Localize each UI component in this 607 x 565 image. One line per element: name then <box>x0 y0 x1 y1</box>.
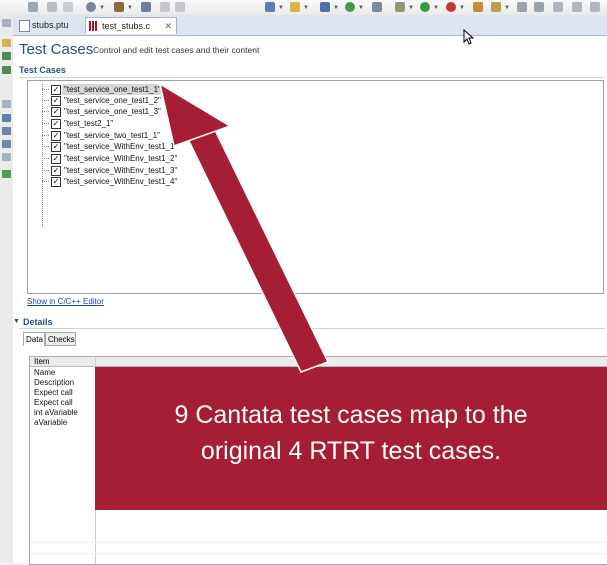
tree-icon[interactable] <box>2 52 11 60</box>
mouse-cursor-icon <box>463 29 475 45</box>
table-row[interactable]: Expect call <box>34 388 73 398</box>
page-title: Test Cases <box>19 41 94 58</box>
table-row[interactable]: Expect call <box>34 398 73 408</box>
chevron-down-icon[interactable]: ▼ <box>99 5 105 11</box>
section-title: Test Cases <box>19 65 66 75</box>
test-case-label: "test_service_WithEnv_test1_3" <box>64 166 178 175</box>
chevron-down-icon[interactable]: ▼ <box>127 5 133 11</box>
test-case-tree[interactable]: ✓ "test_service_one_test1_1" ✓ "test_ser… <box>27 80 604 294</box>
close-icon[interactable]: ✕ <box>164 18 172 35</box>
search-icon[interactable] <box>2 170 11 178</box>
checkbox[interactable]: ✓ <box>51 177 61 187</box>
checkbox[interactable]: ✓ <box>51 96 61 106</box>
tab-data[interactable]: Data <box>23 332 45 346</box>
globe-icon[interactable] <box>345 2 355 12</box>
test-case-label: "test_service_one_test1_3" <box>64 107 161 116</box>
test-case-label: "test_service_one_test1_1" <box>62 84 163 95</box>
chevron-down-icon[interactable]: ▼ <box>459 5 465 11</box>
checkbox[interactable]: ✓ <box>51 166 61 176</box>
details-title: Details <box>23 317 53 327</box>
left-trim-bar <box>0 15 14 563</box>
test-case-label: "test_service_WithEnv_test1_1" <box>64 142 178 151</box>
tab-label: stubs.ptu <box>32 20 69 30</box>
file-icon <box>19 20 30 32</box>
save-icon[interactable] <box>28 2 38 12</box>
grid-icon <box>89 21 98 31</box>
tab-checks[interactable]: Checks <box>45 332 76 346</box>
table-row[interactable]: aVariable <box>34 418 67 428</box>
c-file-icon[interactable] <box>320 2 330 12</box>
minimize-icon[interactable] <box>572 2 582 12</box>
checkbox[interactable]: ✓ <box>51 85 61 95</box>
checkbox[interactable]: ✓ <box>51 131 61 141</box>
chevron-down-icon[interactable]: ▼ <box>358 5 364 11</box>
column-header-item[interactable]: Item <box>30 357 607 367</box>
details-section-header[interactable]: ▼ Details <box>13 317 53 327</box>
package-icon[interactable] <box>473 2 483 12</box>
window-icon[interactable] <box>553 2 563 12</box>
hammer-icon[interactable] <box>114 2 124 12</box>
callout-line-1: 9 Cantata test cases map to the <box>174 401 528 429</box>
print-icon[interactable] <box>47 2 57 12</box>
tab-stubs-ptu[interactable]: stubs.ptu <box>16 17 84 34</box>
main-toolbar: ▼ ▼ ▼ ▼ ▼ ▼ ▼ ▼ ▼ ▼ <box>0 0 607 16</box>
checkbox[interactable]: ✓ <box>51 154 61 164</box>
new-file-icon[interactable] <box>265 2 275 12</box>
restore-icon[interactable] <box>2 100 11 108</box>
show-in-editor-link[interactable]: Show in C/C++ Editor <box>27 297 104 306</box>
annotation-callout: 9 Cantata test cases map to the original… <box>95 367 607 510</box>
forward-icon[interactable] <box>534 2 544 12</box>
section-divider <box>19 77 605 78</box>
tasks-icon[interactable] <box>2 127 11 135</box>
copy-icon[interactable] <box>63 2 73 12</box>
problems-icon[interactable] <box>2 140 11 148</box>
restore-icon[interactable] <box>2 19 11 27</box>
chevron-down-icon[interactable]: ▼ <box>408 5 414 11</box>
back-icon[interactable] <box>517 2 527 12</box>
callout-text: 9 Cantata test cases map to the original… <box>95 397 607 469</box>
chevron-down-icon[interactable]: ▼ <box>278 5 284 11</box>
folder-icon[interactable] <box>2 39 11 47</box>
tab-test-stubs-c[interactable]: test_stubs.c ✕ <box>85 17 177 34</box>
test-case-label: "test_service_WithEnv_test1_4" <box>64 177 178 186</box>
test-case-label: "test_test2_1" <box>64 119 114 128</box>
chevron-down-icon[interactable]: ▼ <box>504 5 510 11</box>
run-icon[interactable] <box>420 2 430 12</box>
chevron-down-icon[interactable]: ▼ <box>303 5 309 11</box>
undo-icon[interactable] <box>160 2 170 12</box>
table-row[interactable]: Name <box>34 368 55 378</box>
redo-icon[interactable] <box>175 2 185 12</box>
chevron-down-icon[interactable]: ▼ <box>433 5 439 11</box>
table-row[interactable]: int aVariable <box>34 408 78 418</box>
test-case-label: "test_service_WithEnv_test1_2" <box>64 154 178 163</box>
checkbox[interactable]: ✓ <box>51 119 61 129</box>
tree-connector <box>42 84 43 227</box>
page-description: Control and edit test cases and their co… <box>93 45 260 55</box>
console-icon[interactable] <box>2 114 11 122</box>
properties-icon[interactable] <box>2 153 11 161</box>
test-case-label: "test_service_two_test1_1" <box>64 131 160 140</box>
collapse-triangle-icon[interactable]: ▼ <box>13 318 20 325</box>
table-row[interactable]: Description <box>34 378 74 388</box>
checkbox[interactable]: ✓ <box>51 107 61 117</box>
section-divider <box>19 328 605 329</box>
checkbox[interactable]: ✓ <box>51 142 61 152</box>
outline-icon[interactable] <box>2 66 11 74</box>
debug-icon[interactable] <box>395 2 405 12</box>
test-case-label: "test_service_one_test1_2" <box>64 96 161 105</box>
tools-icon[interactable] <box>491 2 501 12</box>
editor-tab-bar: stubs.ptu test_stubs.c ✕ <box>13 15 607 36</box>
gear-icon[interactable] <box>86 2 96 12</box>
folder-icon[interactable] <box>290 2 300 12</box>
coverage-icon[interactable] <box>446 2 456 12</box>
maximize-icon[interactable] <box>590 2 600 12</box>
table-icon[interactable] <box>141 2 151 12</box>
tab-label: test_stubs.c <box>102 21 151 31</box>
callout-line-2: original 4 RTRT test cases. <box>200 437 502 465</box>
pencil-icon[interactable] <box>372 2 382 12</box>
chevron-down-icon[interactable]: ▼ <box>333 5 339 11</box>
